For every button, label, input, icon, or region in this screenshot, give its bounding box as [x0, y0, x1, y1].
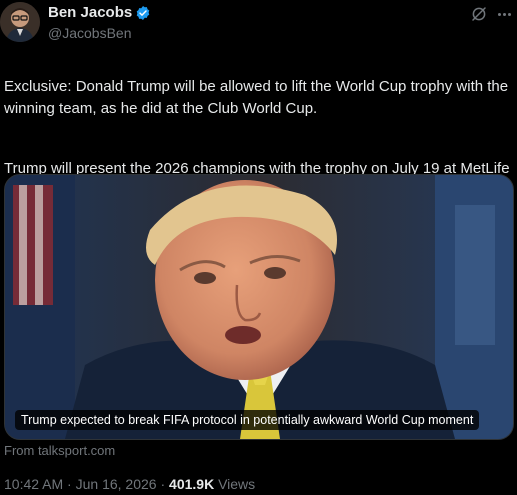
avatar[interactable] — [0, 2, 40, 42]
link-card-caption[interactable]: Trump expected to break FIFA protocol in… — [15, 410, 480, 430]
tweet-post: Ben Jacobs @JacobsBen Exclusive: Donald … — [0, 0, 517, 495]
grok-icon[interactable] — [469, 4, 489, 24]
meta-separator: · — [67, 476, 72, 492]
news-photo — [5, 175, 513, 439]
post-date[interactable]: Jun 16, 2026 — [76, 476, 157, 492]
post-time[interactable]: 10:42 AM — [4, 476, 63, 492]
views-label: Views — [218, 476, 256, 492]
author-handle[interactable]: @JacobsBen — [48, 25, 131, 41]
views-count: 401.9K — [169, 476, 215, 492]
verified-badge-icon — [135, 5, 151, 21]
meta-separator: · — [160, 476, 166, 492]
more-options-icon[interactable] — [494, 4, 514, 24]
tweet-paragraph: Exclusive: Donald Trump will be allowed … — [4, 78, 509, 117]
author-display-name[interactable]: Ben Jacobs — [48, 4, 132, 22]
link-source[interactable]: From talksport.com — [4, 443, 115, 459]
author-name-row: Ben Jacobs — [48, 4, 151, 22]
link-card-image[interactable]: Trump expected to break FIFA protocol in… — [4, 174, 514, 440]
post-meta: 10:42 AM · Jun 16, 2026 · 401.9K Views — [4, 475, 255, 493]
